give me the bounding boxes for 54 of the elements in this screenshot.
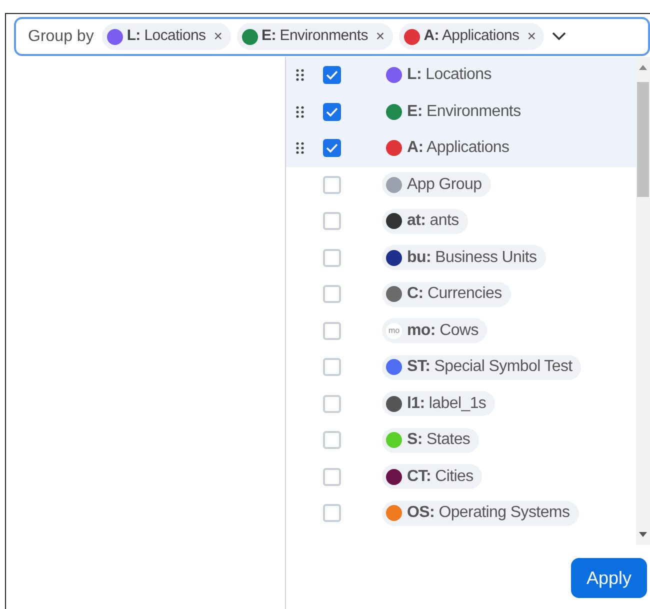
remove-button[interactable]: × [214, 29, 223, 44]
remove-button[interactable]: × [527, 29, 536, 44]
tag-chip[interactable]: CT: Cities [382, 464, 482, 490]
tag-chip[interactable]: App Group [382, 172, 491, 198]
tag-label: A: Applications [407, 138, 510, 158]
tag-chip[interactable]: OS: Operating Systems [382, 500, 579, 526]
checkbox[interactable] [323, 394, 341, 413]
chevron-down-icon[interactable] [552, 32, 566, 41]
drag-handle-icon[interactable] [296, 106, 304, 118]
drag-handle-icon[interactable] [296, 69, 304, 82]
apply-button[interactable]: Apply [571, 558, 647, 598]
scroll-up-icon[interactable] [639, 65, 647, 70]
checkbox[interactable] [323, 358, 341, 376]
tag-label: CT: Cities [407, 466, 474, 487]
tag-label: bu: Business Units [407, 248, 537, 268]
tag-chip[interactable]: C: Currencies [382, 282, 511, 307]
checkbox[interactable] [323, 102, 341, 121]
group-by-label: Group by [28, 26, 94, 46]
tag-chip[interactable]: S: States [382, 428, 480, 453]
scroll-down-icon[interactable] [639, 532, 647, 537]
tag-label: E: Environments [262, 26, 368, 46]
tag-label: A: Applications [424, 26, 520, 46]
tag-label: ST: Special Symbol Test [407, 357, 572, 378]
group-by-field[interactable]: Group by L: Locations × E: Environments × A: Applications × [14, 17, 650, 56]
tag-chip[interactable]: ST: Special Symbol Test [382, 354, 582, 380]
scrollbar[interactable] [636, 57, 650, 545]
checkbox[interactable] [323, 431, 341, 450]
tag-label: at: ants [407, 211, 459, 232]
checkbox[interactable] [323, 285, 341, 304]
tag-label: E: Environments [407, 102, 521, 122]
checkbox[interactable] [323, 504, 341, 522]
checkbox[interactable] [323, 66, 341, 84]
checkbox[interactable] [323, 322, 341, 340]
tag-label: App Group [407, 174, 482, 195]
checkbox[interactable] [323, 212, 341, 230]
remove-button[interactable]: × [376, 29, 385, 44]
checkbox[interactable] [323, 468, 341, 486]
tag-label: S: States [407, 430, 470, 450]
tag-chip[interactable]: bu: Business Units [382, 245, 546, 270]
checkbox[interactable] [323, 176, 341, 194]
tag-chip[interactable]: at: ants [382, 208, 468, 234]
tag-label: OS: Operating Systems [407, 503, 570, 524]
tag-label: L: Locations [407, 65, 492, 86]
tag-chip[interactable]: l1: label_1s [382, 391, 496, 416]
checkbox[interactable] [323, 248, 341, 267]
tag-chip[interactable]: mo mo: Cows [382, 318, 488, 344]
drag-handle-icon[interactable] [296, 142, 304, 154]
checkbox[interactable] [323, 139, 341, 158]
scrollbar-thumb[interactable] [637, 82, 649, 197]
tag-label: l1: label_1s [407, 394, 486, 414]
tag-label: L: Locations [126, 26, 206, 46]
tag-label: mo: Cows [407, 320, 478, 341]
text-icon: mo [386, 322, 402, 339]
tag-label: C: Currencies [407, 284, 502, 304]
